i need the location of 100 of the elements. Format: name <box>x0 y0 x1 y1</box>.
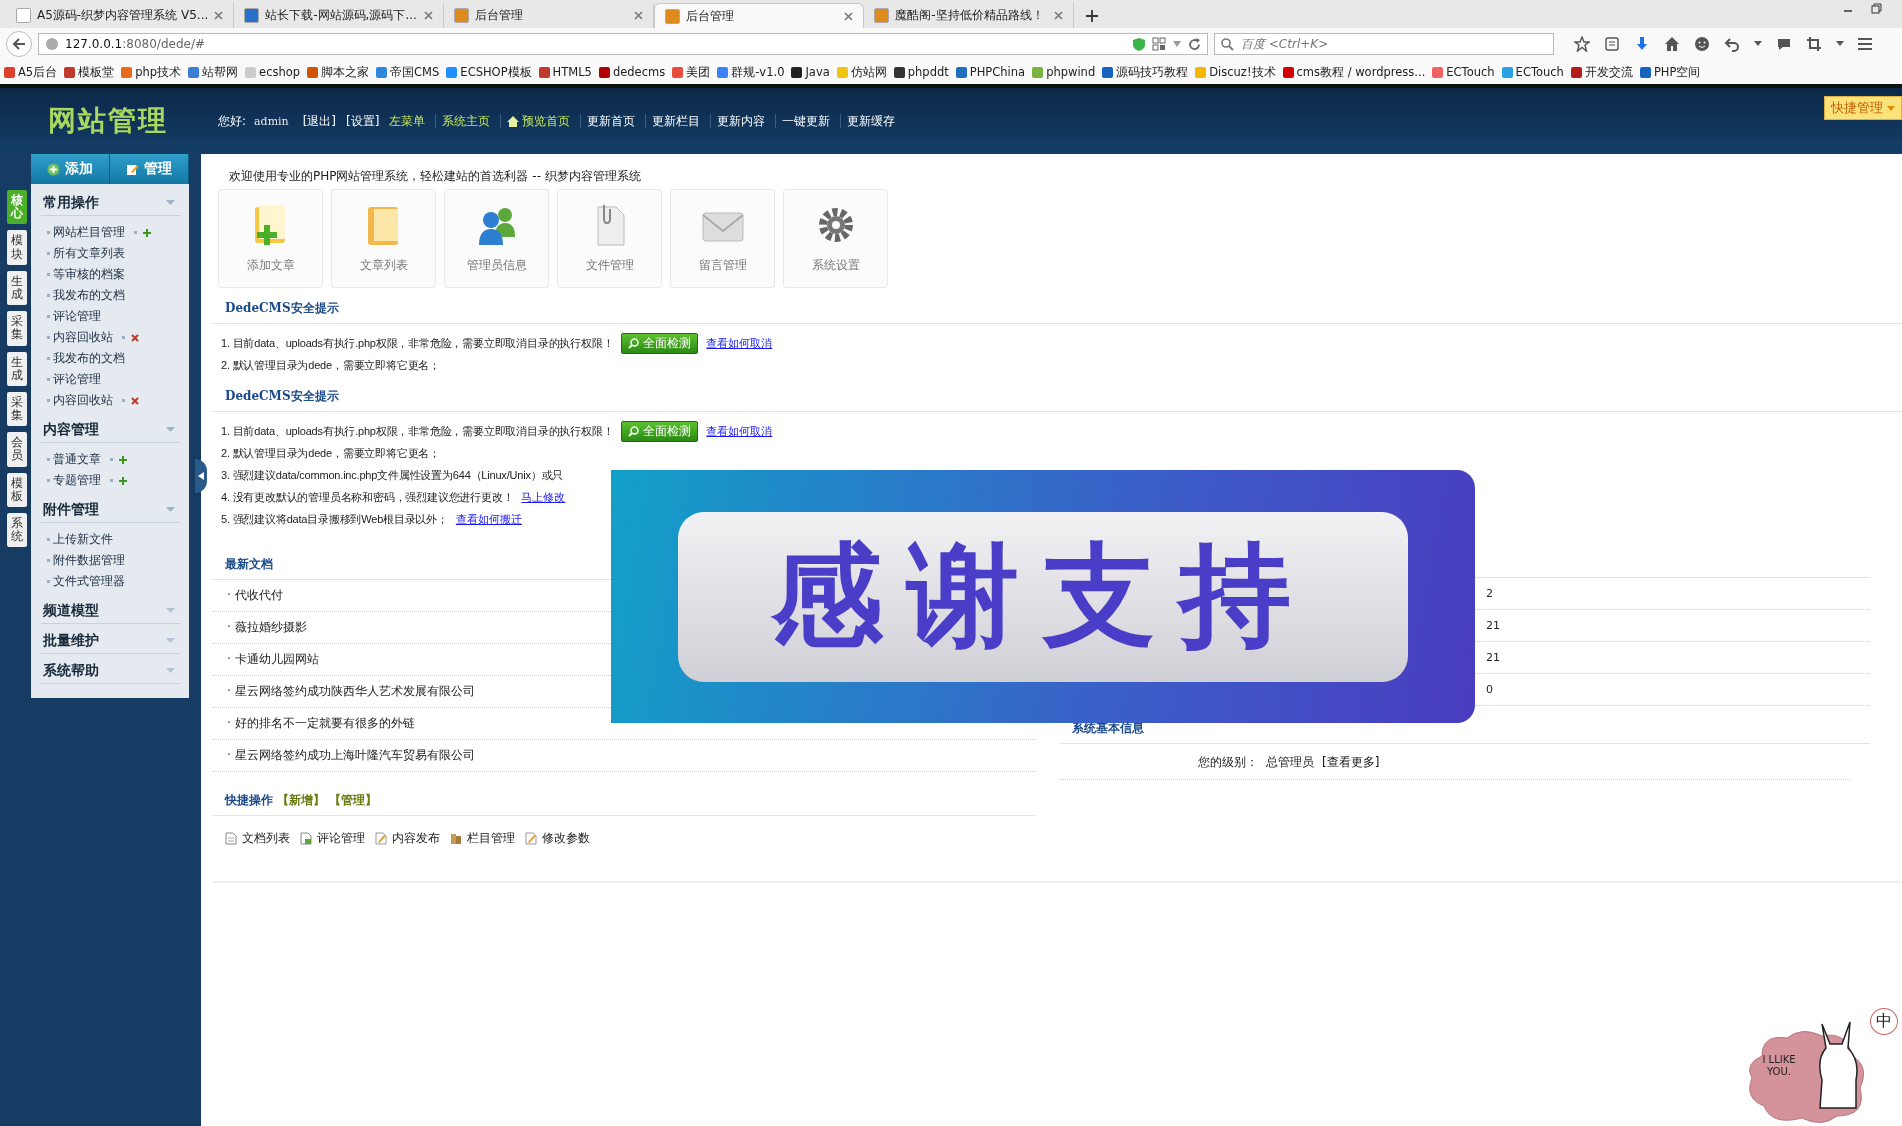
shortcut-card[interactable]: 文章列表 <box>331 189 436 288</box>
article-link[interactable]: · 星云网络签约成功陕西华人艺术发展有限公司 <box>227 683 475 700</box>
close-icon[interactable] <box>424 11 434 20</box>
menu-group-header[interactable]: 内容管理 <box>41 417 181 443</box>
smiley-icon[interactable] <box>1694 36 1710 52</box>
restore-icon[interactable] <box>1871 2 1882 14</box>
menu-group-header[interactable]: 常用操作 <box>41 190 181 216</box>
dropdown-icon[interactable] <box>1172 40 1182 48</box>
sidebar-tab[interactable]: 采集 <box>7 391 27 427</box>
bookmark[interactable]: 脚本之家 <box>307 64 370 80</box>
menu-group-header[interactable]: 系统帮助 <box>41 658 181 684</box>
close-icon[interactable] <box>634 11 644 20</box>
bookmark[interactable]: ecshop <box>245 65 301 79</box>
sidebar-tab[interactable]: 生成 <box>7 351 27 386</box>
sidebar-tab[interactable]: 模块 <box>7 230 27 265</box>
close-icon[interactable] <box>844 11 854 21</box>
quick-action[interactable]: 内容发布 <box>375 830 440 847</box>
menu-item[interactable]: 评论管理 <box>53 371 101 388</box>
reload-icon[interactable] <box>1188 37 1201 51</box>
quick-action[interactable]: 栏目管理 <box>450 830 515 847</box>
header-link[interactable]: [设置] <box>346 112 380 130</box>
bookmark[interactable]: dedecms <box>598 65 666 79</box>
help-link[interactable]: 查看如何取消 <box>706 423 773 439</box>
menu-item[interactable]: 文件式管理器 <box>53 573 125 590</box>
new-tab-icon[interactable] <box>1086 10 1099 22</box>
quick-link[interactable]: 【管理】 <box>329 792 377 809</box>
bookmark[interactable]: phpddt <box>893 65 949 79</box>
menu-group-header[interactable]: 附件管理 <box>41 497 181 523</box>
menu-item[interactable]: 内容回收站 <box>53 329 113 346</box>
bookmark[interactable]: phpwind <box>1032 65 1096 79</box>
bookmark[interactable]: ECTouch <box>1501 65 1564 79</box>
quick-action[interactable]: 文档列表 <box>225 830 290 847</box>
sidebar-tab[interactable]: 会员 <box>7 432 27 467</box>
shortcut-card[interactable]: 系统设置 <box>783 189 888 288</box>
close-icon[interactable] <box>1054 11 1064 20</box>
address-field[interactable]: 127.0.0.1:8080/dede/# <box>38 33 1208 55</box>
menu-group-header[interactable]: 频道模型 <box>41 598 181 624</box>
menu-icon[interactable] <box>1858 38 1872 50</box>
bookmark[interactable]: 仿站网 <box>836 64 887 80</box>
back-button[interactable] <box>6 31 32 57</box>
bookmark[interactable]: 模板堂 <box>64 64 115 80</box>
menu-item[interactable]: 网站栏目管理 <box>53 224 125 241</box>
bookmark[interactable]: 源码技巧教程 <box>1102 64 1189 80</box>
collapse-handle[interactable] <box>195 459 207 493</box>
sidebar-tab[interactable]: 生成 <box>7 270 27 306</box>
ime-indicator[interactable]: 中 <box>1870 1008 1898 1035</box>
manage-button[interactable]: 管理 <box>110 154 189 184</box>
browser-tab[interactable]: 后台管理 <box>654 3 865 28</box>
quick-link[interactable]: 【新增】 <box>277 792 325 809</box>
header-link[interactable]: 更新缓存 <box>847 112 896 130</box>
header-link[interactable]: 一键更新 <box>782 112 831 130</box>
help-link[interactable]: 查看如何取消 <box>706 335 773 351</box>
quick-menu-button[interactable]: 快捷管理 <box>1824 96 1902 120</box>
caret-icon[interactable] <box>1836 41 1844 47</box>
bookmark[interactable]: cms教程 / wordpress... <box>1282 64 1426 80</box>
shortcut-card[interactable]: 文件管理 <box>557 189 662 288</box>
delete-icon[interactable] <box>131 333 139 342</box>
quick-action[interactable]: 评论管理 <box>300 830 365 847</box>
menu-item[interactable]: 所有文章列表 <box>53 245 125 262</box>
bookmark[interactable]: 站帮网 <box>188 64 239 80</box>
bookmark[interactable]: 美团 <box>672 64 711 80</box>
qr-code-icon[interactable] <box>1152 37 1166 51</box>
add-button[interactable]: 添加 <box>31 154 110 184</box>
bookmark[interactable]: 开发交流 <box>1570 64 1633 80</box>
header-link[interactable]: [退出] <box>302 112 337 130</box>
quick-action[interactable]: 修改参数 <box>525 830 590 847</box>
bookmark[interactable]: 帝国CMS <box>376 64 440 80</box>
bookmark[interactable]: PHP空间 <box>1639 64 1701 80</box>
menu-item[interactable]: 我发布的文档 <box>53 287 125 304</box>
more-link[interactable]: [查看更多] <box>1322 754 1380 771</box>
shortcut-card[interactable]: 管理员信息 <box>444 189 549 288</box>
header-link[interactable]: 更新栏目 <box>652 112 701 130</box>
search-field[interactable]: 百度 <Ctrl+K> <box>1214 33 1554 55</box>
bookmark[interactable]: 群规-v1.0 <box>717 64 785 80</box>
menu-group-header[interactable]: 批量维护 <box>41 628 181 654</box>
bookmark[interactable]: PHPChina <box>955 65 1026 79</box>
article-link[interactable]: · 薇拉婚纱摄影 <box>227 619 307 636</box>
sidebar-tab[interactable]: 模板 <box>7 472 27 507</box>
undo-icon[interactable] <box>1724 36 1740 52</box>
help-link[interactable]: 查看如何搬迁 <box>455 511 522 527</box>
delete-icon[interactable] <box>131 396 139 405</box>
shortcut-card[interactable]: 添加文章 <box>218 189 323 288</box>
menu-item[interactable]: 评论管理 <box>53 308 101 325</box>
article-link[interactable]: · 星云网络签约成功上海叶隆汽车贸易有限公司 <box>227 747 475 764</box>
sidebar-tab[interactable]: 系统 <box>7 513 27 548</box>
menu-item[interactable]: 普通文章 <box>53 451 101 468</box>
crop-icon[interactable] <box>1806 36 1822 52</box>
close-icon[interactable] <box>214 11 224 20</box>
header-link[interactable]: 系统主页 <box>442 112 491 130</box>
chat-icon[interactable] <box>1776 36 1792 52</box>
article-link[interactable]: · 好的排名不一定就要有很多的外链 <box>227 715 415 732</box>
sidebar-tab[interactable]: 采集 <box>7 311 27 346</box>
help-link[interactable]: 马上修改 <box>521 489 566 505</box>
bookmark[interactable]: A5后台 <box>4 64 58 80</box>
header-link[interactable]: 左菜单 <box>389 112 426 130</box>
header-link[interactable]: 更新首页 <box>587 112 636 130</box>
reading-list-icon[interactable] <box>1604 36 1620 52</box>
bookmark[interactable]: Discuz!技术 <box>1195 64 1276 80</box>
star-icon[interactable] <box>1574 36 1590 52</box>
bookmark[interactable]: ECTouch <box>1432 65 1495 79</box>
